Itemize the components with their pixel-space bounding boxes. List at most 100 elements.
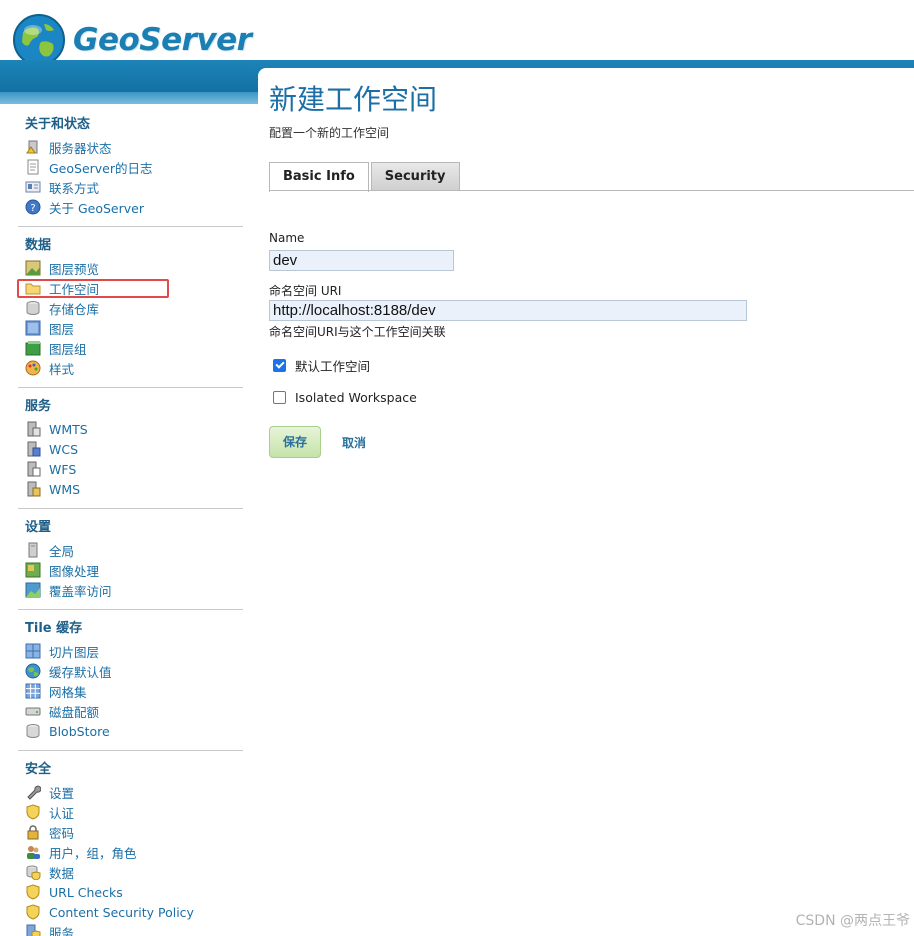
sidebar-item[interactable]: 网格集 (25, 681, 243, 701)
sidebar-item-label: 认证 (49, 805, 75, 821)
watermark: CSDN @两点王爷 (795, 913, 910, 929)
sidebar-item-label: 数据 (49, 865, 75, 881)
style-palette-icon (25, 360, 41, 376)
default-workspace-label: 默认工作空间 (295, 359, 371, 374)
default-workspace-checkbox[interactable] (273, 359, 286, 372)
sidebar-item[interactable]: Content Security Policy (25, 902, 243, 922)
sidebar-item-label: 覆盖率访问 (49, 583, 112, 599)
disk-quota-icon (25, 707, 41, 716)
nav-section-heading: 关于和状态 (25, 117, 91, 132)
store-cylinder-icon (26, 301, 40, 315)
about-help-icon: ? (25, 199, 41, 215)
name-input[interactable]: dev (269, 250, 454, 271)
tab-security[interactable]: Security (370, 162, 460, 191)
sidebar-item[interactable]: BlobStore (25, 721, 243, 741)
sidebar-item-label: 缓存默认值 (49, 664, 112, 680)
sidebar-item[interactable]: 服务器状态 (25, 137, 243, 157)
lock-icon (27, 825, 39, 840)
sidebar-item[interactable]: URL Checks (25, 882, 243, 902)
nav-section: 安全设置认证密码 用户，组，角色数据 URL Checks Content Secur… (18, 751, 243, 936)
sidebar-item-label: WFS (49, 461, 77, 477)
shield-icon (26, 904, 40, 920)
logo-text: GeoServer (73, 22, 252, 58)
wrench-icon (27, 785, 41, 800)
isolated-workspace-row[interactable]: Isolated Workspace (273, 390, 417, 405)
default-workspace-row[interactable]: 默认工作空间 (273, 356, 370, 375)
tab-basic-info[interactable]: Basic Info (269, 162, 369, 192)
sidebar-item[interactable]: WMTS (25, 419, 243, 439)
sidebar-item-label: Content Security Policy (49, 904, 194, 920)
nav-section-heading: 安全 (25, 762, 52, 777)
sidebar-item[interactable]: 存储仓库 (25, 298, 243, 318)
sidebar-item[interactable]: 设置 (25, 782, 243, 802)
nav-section: 数据 图层预览 工作空间 存储仓库 图层 图层组 样式 (18, 227, 243, 388)
sidebar-item[interactable]: 密码 (25, 822, 243, 842)
service-security-icon (26, 924, 41, 936)
sidebar-item-label: 联系方式 (49, 180, 100, 196)
globe-defaults-icon (25, 663, 41, 679)
name-label: Name (269, 231, 305, 245)
image-processing-icon (25, 562, 41, 578)
sidebar-item[interactable]: 切片图层 (25, 641, 243, 661)
save-button[interactable]: 保存 (269, 426, 321, 458)
nav-section-heading: 服务 (25, 399, 52, 414)
sidebar-item[interactable]: GeoServer的日志 (25, 157, 243, 177)
sidebar-item-label: 图层预览 (49, 261, 100, 277)
sidebar-item[interactable]: 认证 (25, 802, 243, 822)
wms-service-icon (27, 481, 41, 497)
sidebar-item[interactable]: WMS (25, 479, 243, 499)
sidebar-item-label: 图层 (49, 321, 75, 337)
tab-bar: Basic Info Security (269, 162, 462, 192)
sidebar-item-label: 切片图层 (49, 644, 100, 660)
sidebar-item-label: 图层组 (49, 341, 87, 357)
wmts-service-icon (27, 421, 41, 437)
sidebar-item[interactable]: WCS (25, 439, 243, 459)
cancel-link[interactable]: 取消 (342, 434, 366, 451)
header-band-highlight (0, 92, 270, 104)
contact-card-icon (25, 181, 41, 193)
uri-input[interactable]: http://localhost:8188/dev (269, 300, 747, 321)
sidebar-item-label: 密码 (49, 825, 75, 841)
nav-section: Tile 缓存 切片图层 缓存默认值 网格集 磁盘配额 BlobStore (18, 610, 243, 751)
users-icon (27, 846, 40, 859)
sidebar-item[interactable]: 样式 (25, 358, 243, 378)
sidebar-item-label: 样式 (49, 361, 75, 377)
blobstore-icon (26, 724, 40, 738)
sidebar-item[interactable]: 缓存默认值 (25, 661, 243, 681)
sidebar-item[interactable]: ? 关于 GeoServer (25, 197, 243, 217)
sidebar-item[interactable]: 图层 (25, 318, 243, 338)
sidebar-item-label: 服务 (49, 925, 75, 936)
wcs-service-icon (27, 441, 41, 457)
sidebar-item[interactable]: 数据 (25, 862, 243, 882)
isolated-workspace-checkbox[interactable] (273, 391, 286, 404)
sidebar-item-label: 存储仓库 (49, 301, 100, 317)
sidebar-navigation: 关于和状态服务器状态 GeoServer的日志 联系方式? 关于 GeoServer 数… (18, 106, 243, 936)
sidebar-item-label: 全局 (49, 543, 75, 559)
sidebar-item[interactable]: 图像处理 (25, 560, 243, 580)
isolated-workspace-label: Isolated Workspace (295, 390, 417, 405)
svg-text:?: ? (30, 203, 35, 214)
data-security-icon (26, 865, 41, 880)
sidebar-item[interactable]: 图层预览 (25, 258, 243, 278)
sidebar-item-label: WMS (49, 481, 81, 497)
shield-icon (26, 804, 40, 820)
sidebar-item[interactable]: 服务 (25, 922, 243, 936)
nav-section-heading: 数据 (25, 238, 52, 253)
sidebar-item-label: BlobStore (49, 723, 110, 739)
uri-label: 命名空间 URI (269, 284, 342, 298)
sidebar-item[interactable]: 全局 (25, 540, 243, 560)
sidebar-item[interactable]: 图层组 (25, 338, 243, 358)
log-document-icon (27, 159, 39, 175)
sidebar-item[interactable]: 覆盖率访问 (25, 580, 243, 600)
wfs-service-icon (27, 461, 41, 477)
sidebar-item[interactable]: 联系方式 (25, 177, 243, 197)
sidebar-item-label: GeoServer的日志 (49, 160, 153, 176)
gridset-icon (25, 683, 41, 699)
sidebar-item-label: 图像处理 (49, 563, 100, 579)
sidebar-item[interactable]: 磁盘配额 (25, 701, 243, 721)
sidebar-item[interactable]: 用户，组，角色 (25, 842, 243, 862)
sidebar-item[interactable]: WFS (25, 459, 243, 479)
sidebar-item-label: 网格集 (49, 684, 87, 700)
tile-layers-icon (25, 643, 41, 659)
nav-section: 服务 WMTS WCS WFS WMS (18, 388, 243, 509)
